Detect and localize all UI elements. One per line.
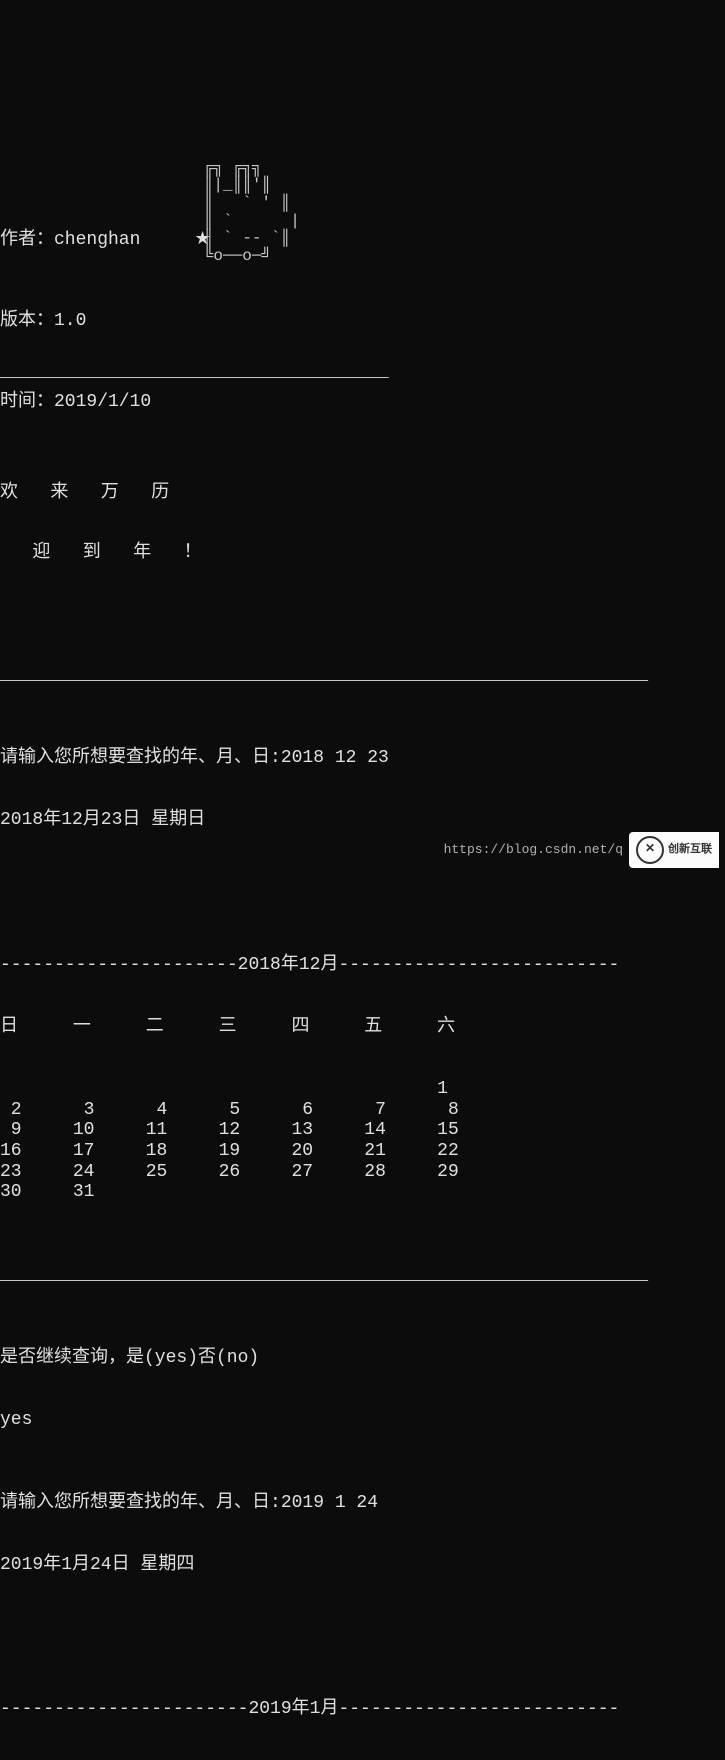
- calendar-cell: 16: [0, 1141, 73, 1162]
- result-line-2: 2019年1月24日 星期四: [0, 1555, 725, 1576]
- terminal-output: 作者：chenghan ★ 版本：1.0 时间：2019/1/10 ╔╗ ╔╗╗…: [0, 83, 725, 1760]
- divider: ________________________________________…: [0, 1265, 725, 1286]
- calendar-row: 2 3 4 5 6 7 8: [0, 1100, 510, 1121]
- calendar-cell: 27: [291, 1162, 364, 1183]
- header-block: 作者：chenghan ★ 版本：1.0 时间：2019/1/10 ╔╗ ╔╗╗…: [0, 145, 725, 300]
- query-line-2: 请输入您所想要查找的年、月、日:2019 1 24: [0, 1493, 725, 1514]
- calendar-cell: [291, 1079, 364, 1100]
- calendar-cell: [364, 1182, 437, 1203]
- weekday-header: 五: [364, 1017, 437, 1038]
- calendar-row: 16171819202122: [0, 1141, 510, 1162]
- continue-prompt-1: 是否继续查询，是(yes)否(no): [0, 1348, 725, 1369]
- calendar-cell: 14: [364, 1120, 437, 1141]
- calendar-cell: [437, 1182, 510, 1203]
- result-line-1: 2018年12月23日 星期日: [0, 810, 725, 831]
- time-value: 2019/1/10: [54, 392, 151, 412]
- calendar-cell: 31: [73, 1182, 146, 1203]
- watermark-brand: 创新互联: [668, 844, 712, 857]
- welcome-line-1: 欢 来 万 历: [0, 484, 725, 504]
- calendar-cell: 23: [0, 1162, 73, 1183]
- calendar-cell: 6: [291, 1100, 364, 1121]
- calendar-cell: [364, 1079, 437, 1100]
- calendar-cell: 19: [219, 1141, 292, 1162]
- author-label: 作者：: [0, 230, 54, 250]
- calendar-row: 3031: [0, 1182, 510, 1203]
- calendar-cell: 26: [219, 1162, 292, 1183]
- calendar-cell: 30: [0, 1182, 73, 1203]
- welcome-line-2: 迎 到 年 ！: [0, 544, 725, 564]
- calendar-cell: [146, 1182, 219, 1203]
- watermark-url: https://blog.csdn.net/q: [444, 843, 623, 858]
- calendar-title-2: -----------------------2019年1月----------…: [0, 1699, 725, 1720]
- ascii-logo: ╔╗ ╔╗╗ ║|_║║'║ ║ ` ' ║ ║ ` | ║ ` -- `║ ╚…: [175, 160, 300, 266]
- watermark-logo: ✕ 创新互联: [629, 832, 719, 868]
- welcome-text: 欢 来 万 历 迎 到 年 ！: [0, 445, 725, 603]
- calendar-cell: 29: [437, 1162, 510, 1183]
- calendar-cell: 11: [146, 1120, 219, 1141]
- version-line: 版本：1.0: [0, 302, 211, 342]
- calendar-cell: 28: [364, 1162, 437, 1183]
- weekday-header: 三: [219, 1017, 292, 1038]
- calendar-cell: 3: [73, 1100, 146, 1121]
- time-label: 时间：: [0, 392, 54, 412]
- time-line: 时间：2019/1/10: [0, 383, 211, 423]
- calendar-cell: 4: [146, 1100, 219, 1121]
- calendar-cell: 25: [146, 1162, 219, 1183]
- calendar-cell: 15: [437, 1120, 510, 1141]
- continue-answer-1[interactable]: yes: [0, 1410, 725, 1431]
- query-input-value[interactable]: 2019 1 24: [281, 1493, 378, 1513]
- calendar-cell: 17: [73, 1141, 146, 1162]
- calendar-body-1: 1 2 3 4 5 6 7 8 910111213141516171819202…: [0, 1079, 725, 1203]
- weekday-header: 二: [146, 1017, 219, 1038]
- calendar-cell: 20: [291, 1141, 364, 1162]
- calendar-cell: [0, 1079, 73, 1100]
- weekday-header: 六: [437, 1017, 510, 1038]
- query-line-1: 请输入您所想要查找的年、月、日:2018 12 23: [0, 748, 725, 769]
- calendar-cell: 24: [73, 1162, 146, 1183]
- logo-icon: ✕: [636, 836, 664, 864]
- calendar-cell: 7: [364, 1100, 437, 1121]
- calendar-row: 1: [0, 1079, 510, 1100]
- blank-line: [0, 1617, 725, 1638]
- calendar-cell: [291, 1182, 364, 1203]
- calendar-cell: 9: [0, 1120, 73, 1141]
- calendar-cell: 22: [437, 1141, 510, 1162]
- calendar-headers-1: 日 一 二 三 四 五 六: [0, 1017, 510, 1038]
- divider: ________________________________________…: [0, 665, 725, 686]
- calendar-cell: [73, 1079, 146, 1100]
- query-prompt: 请输入您所想要查找的年、月、日:: [0, 1493, 281, 1513]
- version-value: 1.0: [54, 311, 86, 331]
- watermark: https://blog.csdn.net/q ✕ 创新互联: [444, 832, 719, 868]
- calendar-cell: [146, 1079, 219, 1100]
- weekday-header: 日: [0, 1017, 73, 1038]
- query-input-value[interactable]: 2018 12 23: [281, 748, 389, 768]
- calendar-cell: 21: [364, 1141, 437, 1162]
- calendar-cell: 1: [437, 1079, 510, 1100]
- version-label: 版本：: [0, 311, 54, 331]
- calendar-cell: [219, 1079, 292, 1100]
- calendar-cell: 5: [219, 1100, 292, 1121]
- blank-line: [0, 872, 725, 893]
- weekday-header: 四: [291, 1017, 364, 1038]
- query-prompt: 请输入您所想要查找的年、月、日:: [0, 748, 281, 768]
- calendar-cell: 13: [291, 1120, 364, 1141]
- calendar-cell: 18: [146, 1141, 219, 1162]
- calendar-cell: 12: [219, 1120, 292, 1141]
- author-value: chenghan: [54, 230, 140, 250]
- calendar-title-1: ----------------------2018年12月----------…: [0, 955, 725, 976]
- weekday-header: 一: [73, 1017, 146, 1038]
- calendar-cell: 10: [73, 1120, 146, 1141]
- calendar-cell: 8: [437, 1100, 510, 1121]
- calendar-cell: 2: [0, 1100, 73, 1121]
- calendar-cell: [219, 1182, 292, 1203]
- calendar-row: 9101112131415: [0, 1120, 510, 1141]
- calendar-row: 23242526272829: [0, 1162, 510, 1183]
